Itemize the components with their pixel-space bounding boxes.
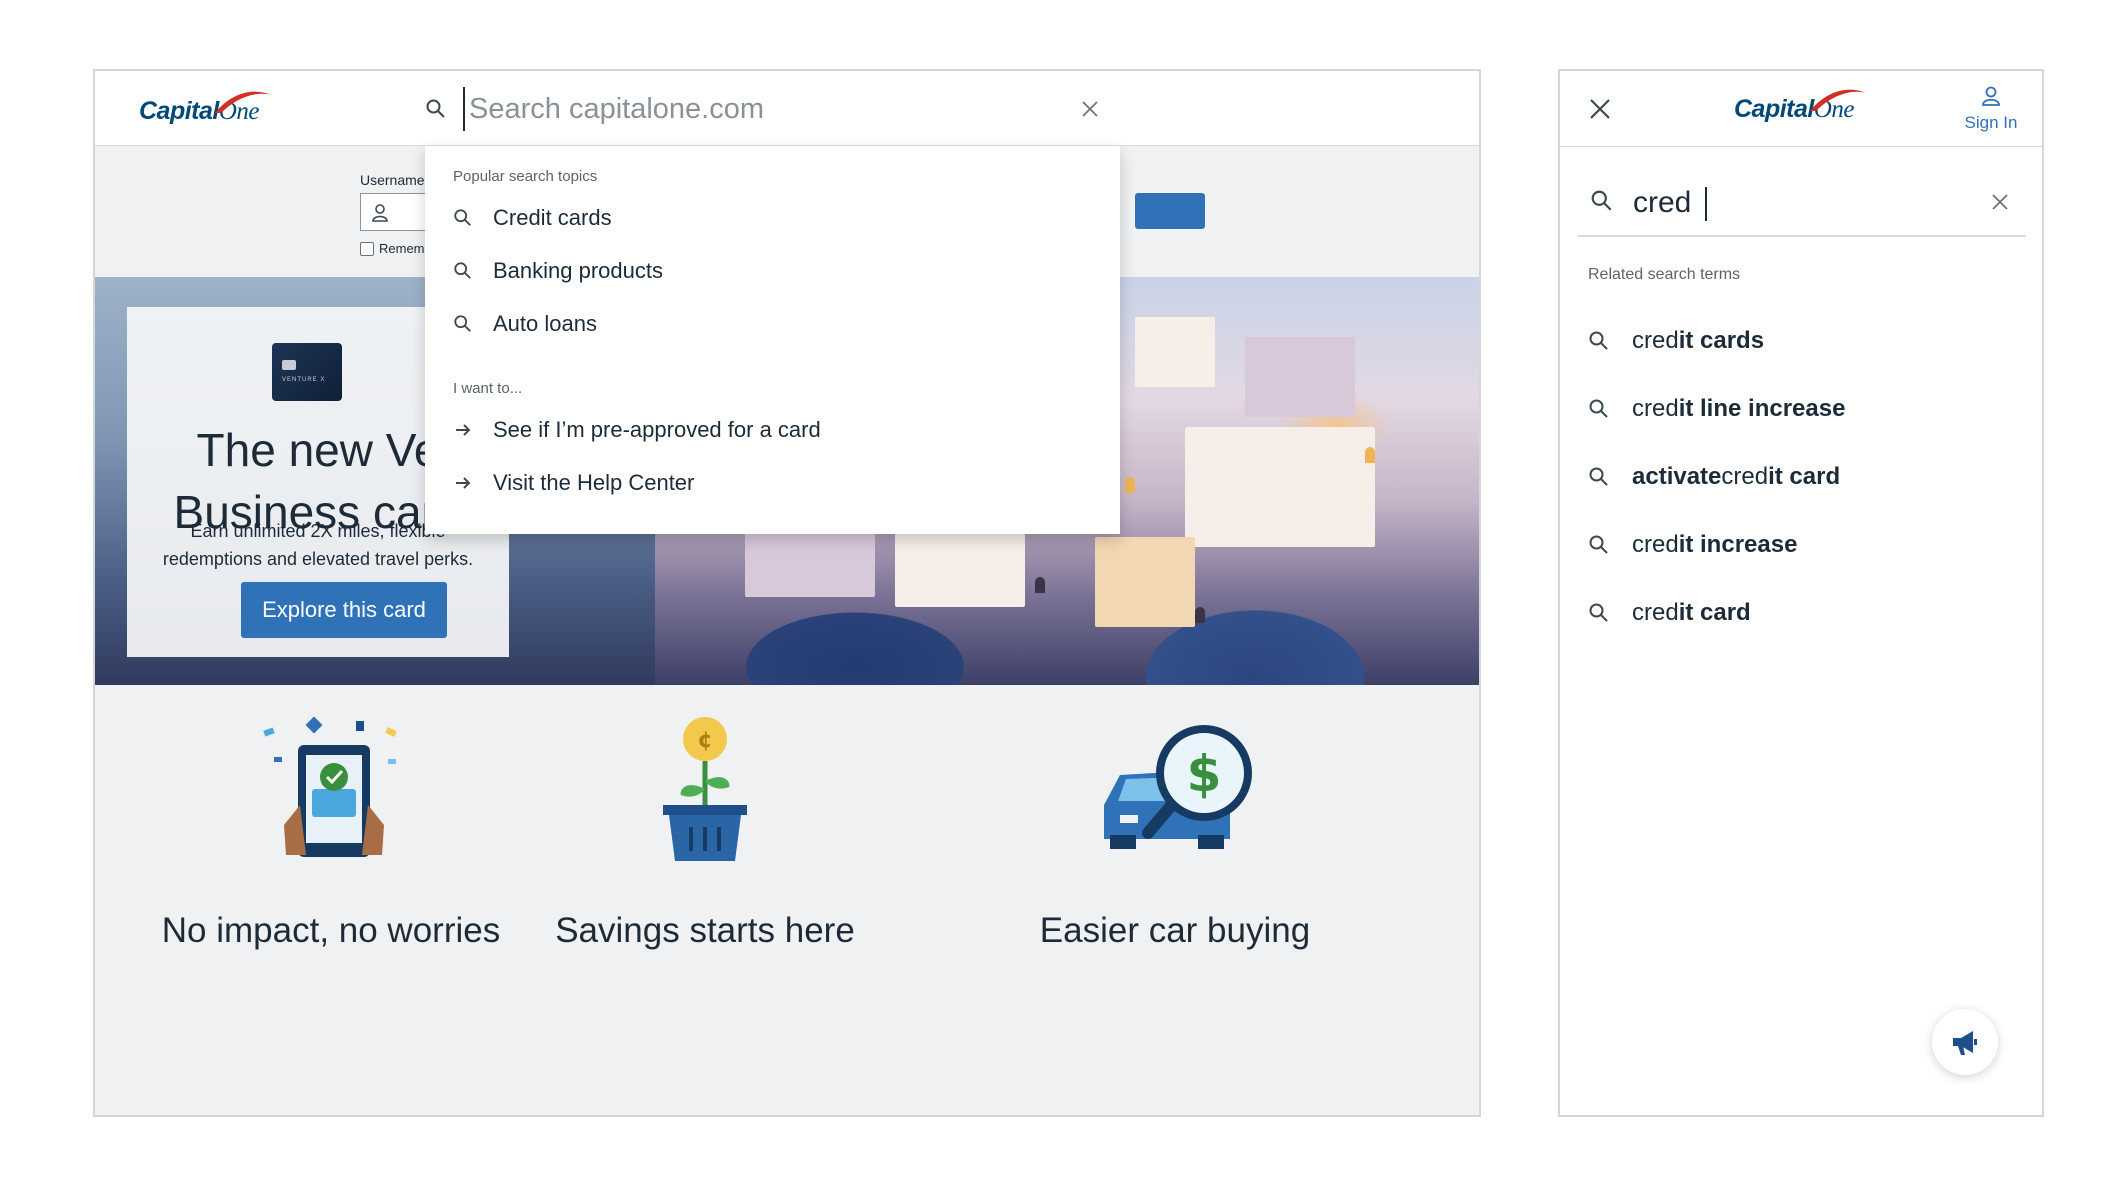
clear-search-icon[interactable] bbox=[1080, 99, 1100, 119]
sign-in-label: Sign In bbox=[1964, 113, 2018, 132]
user-icon bbox=[372, 204, 388, 222]
search-icon bbox=[1589, 603, 1608, 622]
close-icon[interactable] bbox=[1588, 97, 1612, 121]
username-field[interactable] bbox=[360, 193, 430, 231]
svg-text:$: $ bbox=[1187, 745, 1222, 803]
search-dropdown: Popular search topics Credit cards Banki… bbox=[425, 146, 1120, 534]
tablet-approval-icon bbox=[263, 716, 397, 857]
dropdown-item-auto-loans[interactable]: Auto loans bbox=[453, 304, 597, 344]
dropdown-item-help-center[interactable]: Visit the Help Center bbox=[453, 463, 694, 503]
hero-window bbox=[1365, 447, 1375, 463]
hero-house bbox=[1185, 427, 1375, 547]
hero-house bbox=[1245, 337, 1355, 417]
logo-swoosh-icon bbox=[215, 91, 271, 113]
arrow-right-icon bbox=[456, 424, 471, 436]
i-want-to-heading: I want to... bbox=[453, 380, 523, 397]
search-input[interactable] bbox=[1633, 181, 1973, 225]
search-icon bbox=[454, 209, 471, 226]
popular-topics-heading: Popular search topics bbox=[453, 168, 598, 185]
search-icon bbox=[1589, 399, 1608, 418]
sign-in-button[interactable] bbox=[1135, 193, 1205, 229]
sign-in-link[interactable]: Sign In bbox=[1956, 85, 2026, 133]
capital-one-logo[interactable]: CapitalOne bbox=[1734, 89, 1866, 129]
features-section: No impact, no worries ¢ Savings starts h… bbox=[95, 685, 1479, 1115]
related-terms-heading: Related search terms bbox=[1588, 266, 1741, 283]
search-icon bbox=[1589, 467, 1608, 486]
clear-search-icon[interactable] bbox=[1990, 192, 2010, 212]
search-icon bbox=[1591, 190, 1612, 211]
suggestion-item[interactable]: activate cred it card bbox=[1588, 457, 1840, 497]
hero-window bbox=[1035, 577, 1045, 593]
mobile-search-bar bbox=[1578, 177, 2026, 237]
mobile-frame: CapitalOne Sign In Related search terms … bbox=[1558, 69, 2044, 1117]
explore-card-button[interactable]: Explore this card bbox=[241, 582, 447, 638]
search-icon bbox=[1589, 331, 1608, 350]
search-input[interactable] bbox=[463, 87, 1063, 131]
feature-title: No impact, no worries bbox=[161, 911, 501, 950]
text-caret bbox=[1705, 187, 1707, 221]
hero-window bbox=[1125, 477, 1135, 493]
svg-text:¢: ¢ bbox=[697, 728, 712, 753]
remember-me[interactable]: Remem bbox=[360, 241, 425, 256]
feature-title: Easier car buying bbox=[1039, 911, 1311, 950]
desktop-frame: CapitalOne Username Remem bbox=[93, 69, 1481, 1117]
search-icon bbox=[426, 99, 445, 118]
arrow-right-icon bbox=[456, 477, 471, 489]
dropdown-item-preapproved[interactable]: See if I’m pre-approved for a card bbox=[453, 410, 821, 450]
hero-house bbox=[1135, 317, 1215, 387]
card-brand-text: VENTURE X bbox=[282, 377, 326, 383]
suggestion-item[interactable]: cred it card bbox=[1588, 593, 1751, 633]
car-magnifier-icon: $ bbox=[1104, 725, 1252, 849]
hero-window bbox=[1195, 607, 1205, 623]
megaphone-icon bbox=[1953, 1031, 1977, 1055]
mobile-header: CapitalOne Sign In bbox=[1560, 71, 2042, 147]
venture-x-card-image: VENTURE X bbox=[272, 343, 342, 401]
suggestion-item[interactable]: cred it increase bbox=[1588, 525, 1797, 565]
remember-checkbox[interactable] bbox=[360, 241, 374, 256]
capital-one-logo[interactable]: CapitalOne bbox=[139, 91, 271, 131]
remember-label: Remem bbox=[379, 241, 425, 256]
card-chip bbox=[282, 360, 296, 370]
search-icon bbox=[454, 315, 471, 332]
feature-title: Savings starts here bbox=[555, 911, 855, 950]
search-icon bbox=[1589, 535, 1608, 554]
desktop-header: CapitalOne bbox=[95, 71, 1479, 146]
username-label: Username bbox=[360, 172, 425, 188]
suggestion-item[interactable]: cred it line increase bbox=[1588, 389, 1845, 429]
desktop-search-bar bbox=[425, 71, 1125, 146]
feedback-button[interactable] bbox=[1932, 1009, 1998, 1075]
hero-house bbox=[1095, 537, 1195, 627]
money-plant-icon: ¢ bbox=[663, 717, 747, 861]
dropdown-item-credit-cards[interactable]: Credit cards bbox=[453, 198, 612, 238]
logo-swoosh-icon bbox=[1810, 89, 1866, 111]
dropdown-item-banking-products[interactable]: Banking products bbox=[453, 251, 663, 291]
suggestion-item[interactable]: cred it cards bbox=[1588, 321, 1764, 361]
search-icon bbox=[454, 262, 471, 279]
user-icon bbox=[1982, 86, 2000, 106]
